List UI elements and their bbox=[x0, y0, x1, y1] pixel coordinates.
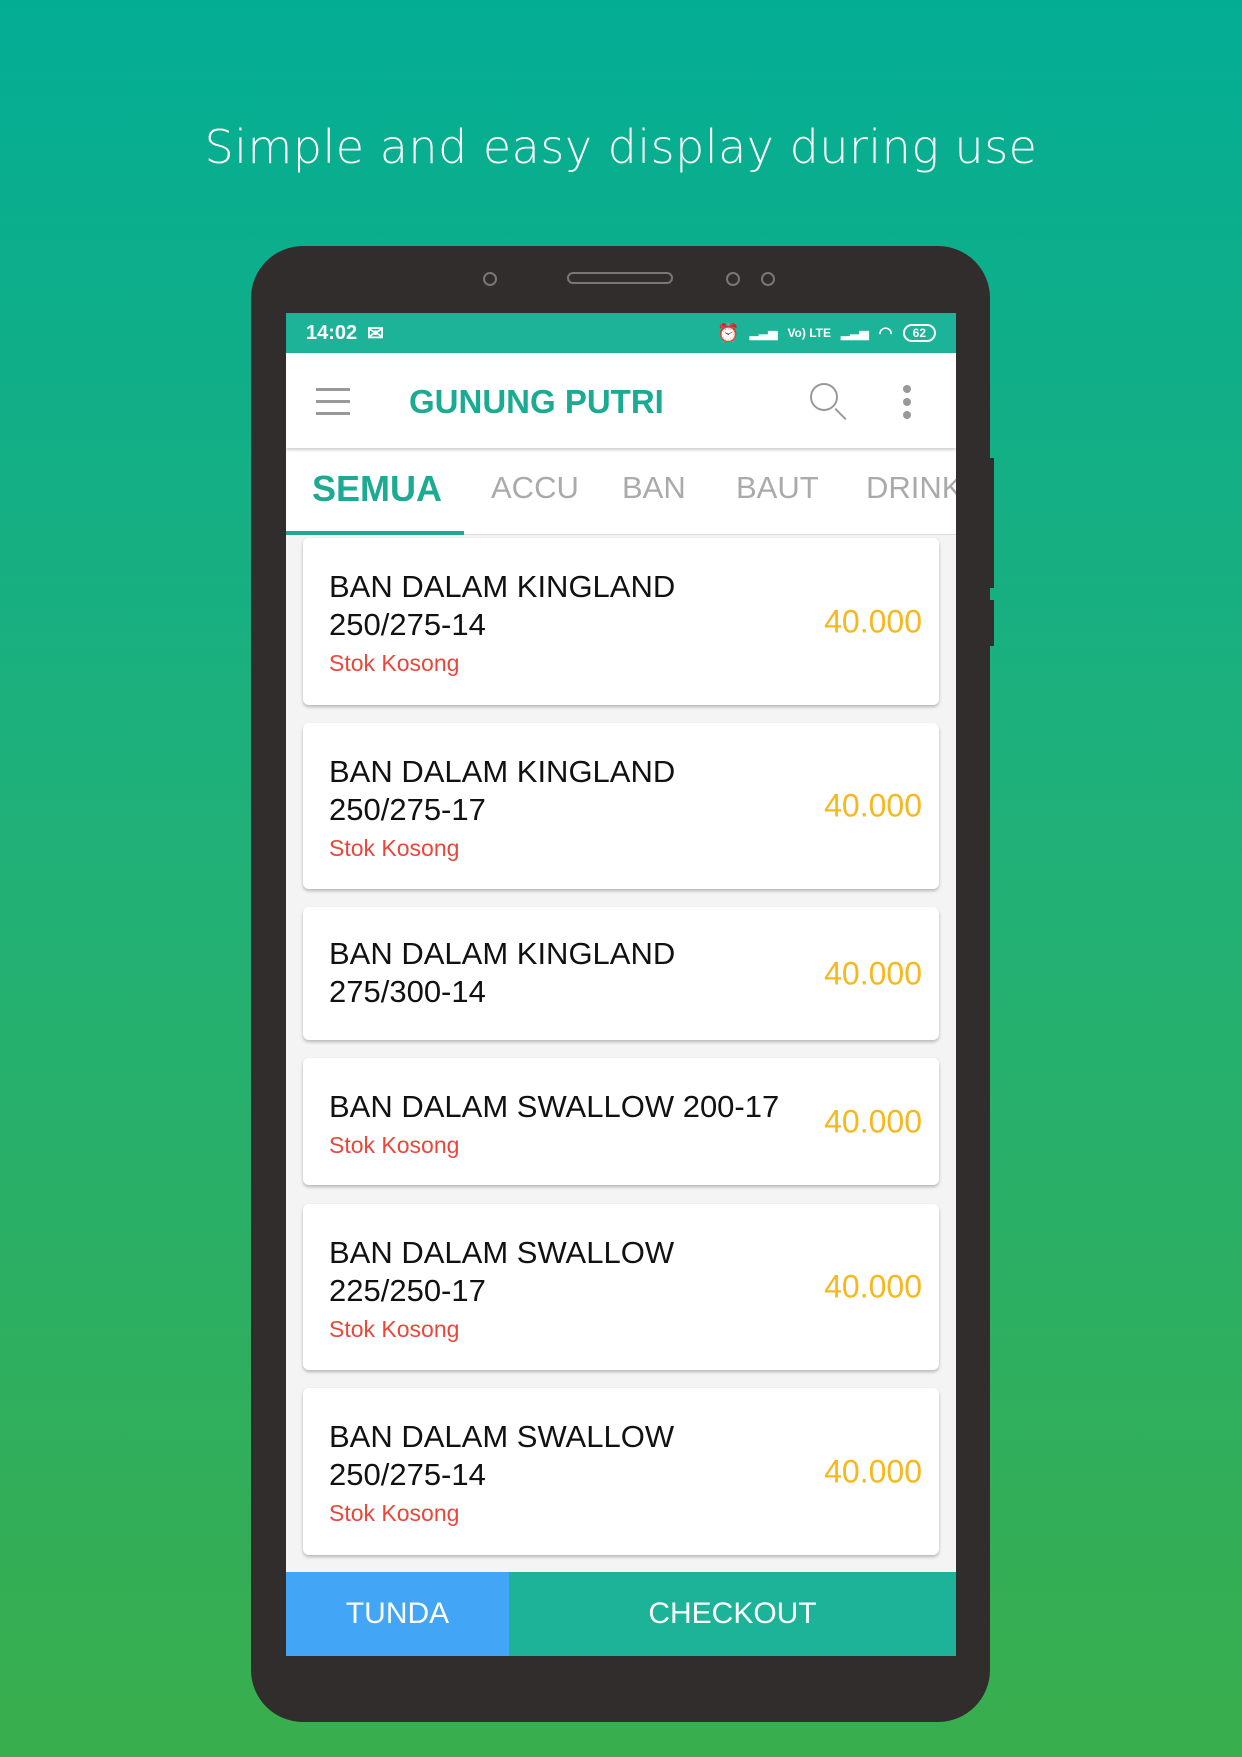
volte-icon: Vo) LTE bbox=[787, 326, 831, 340]
wifi-icon: ◠ bbox=[878, 325, 893, 342]
product-name: BAN DALAM KINGLAND bbox=[329, 569, 676, 604]
headline: Simple and easy display during use bbox=[204, 120, 1038, 174]
sensor-icon bbox=[483, 272, 497, 286]
product-card[interactable]: BAN DALAM KINGLAND 250/275-17 Stok Koson… bbox=[303, 723, 939, 889]
product-card[interactable]: BAN DALAM KINGLAND 275/300-14 40.000 bbox=[303, 907, 939, 1040]
power-button bbox=[988, 600, 994, 646]
category-tabs: SEMUA ACCU BAN BAUT DRINK bbox=[286, 448, 956, 535]
signal-icon: ▂▃▅ bbox=[749, 326, 778, 340]
product-card[interactable]: BAN DALAM SWALLOW 250/275-14 Stok Kosong… bbox=[303, 1388, 939, 1555]
checkout-button[interactable]: CHECKOUT bbox=[509, 1572, 956, 1656]
product-name: BAN DALAM SWALLOW bbox=[329, 1235, 675, 1270]
product-price: 40.000 bbox=[824, 787, 922, 824]
signal-icon: ▂▃▅ bbox=[840, 326, 869, 340]
product-price: 40.000 bbox=[824, 1453, 922, 1489]
tab-ban[interactable]: BAN bbox=[622, 470, 686, 506]
speaker-grille bbox=[567, 272, 673, 284]
status-bar: 14:02 ✉ ⏰ ▂▃▅ Vo) LTE ▂▃▅ ◠ 62 bbox=[286, 313, 956, 353]
toolbar: GUNUNG PUTRI bbox=[286, 353, 956, 448]
stock-status: Stok Kosong bbox=[329, 1316, 460, 1342]
battery-icon: 62 bbox=[902, 324, 936, 342]
mail-icon: ✉ bbox=[367, 322, 384, 345]
stock-status: Stok Kosong bbox=[329, 650, 460, 676]
app-screen: 14:02 ✉ ⏰ ▂▃▅ Vo) LTE ▂▃▅ ◠ 62 GUNUNG PU… bbox=[286, 313, 956, 1656]
action-bar: TUNDA CHECKOUT bbox=[286, 1572, 956, 1656]
product-name: BAN DALAM KINGLAND bbox=[329, 754, 676, 789]
tab-baut[interactable]: BAUT bbox=[736, 470, 819, 506]
stock-status: Stok Kosong bbox=[329, 835, 460, 861]
product-price: 40.000 bbox=[824, 1103, 922, 1139]
product-card[interactable]: BAN DALAM KINGLAND 250/275-14 Stok Koson… bbox=[303, 538, 939, 705]
volume-button bbox=[988, 458, 994, 588]
camera-icon bbox=[761, 272, 775, 286]
product-name: BAN DALAM SWALLOW bbox=[329, 1419, 675, 1454]
page-title: GUNUNG PUTRI bbox=[409, 383, 664, 420]
more-options-icon[interactable] bbox=[903, 385, 911, 424]
product-card[interactable]: BAN DALAM SWALLOW 200-17 Stok Kosong 40.… bbox=[303, 1058, 939, 1185]
tab-accu[interactable]: ACCU bbox=[491, 470, 579, 506]
hamburger-menu-icon[interactable] bbox=[316, 388, 350, 424]
product-price: 40.000 bbox=[824, 603, 922, 639]
tab-indicator bbox=[286, 531, 464, 535]
product-price: 40.000 bbox=[824, 955, 922, 991]
camera-icon bbox=[726, 272, 740, 286]
product-card[interactable]: BAN DALAM SWALLOW 225/250-17 Stok Kosong… bbox=[303, 1204, 939, 1370]
product-price: 40.000 bbox=[824, 1268, 922, 1305]
search-icon[interactable] bbox=[810, 383, 838, 411]
alarm-icon: ⏰ bbox=[717, 322, 740, 343]
status-time: 14:02 bbox=[306, 321, 358, 344]
stock-status: Stok Kosong bbox=[329, 1500, 460, 1526]
tunda-button[interactable]: TUNDA bbox=[286, 1572, 509, 1656]
tab-drink[interactable]: DRINK bbox=[866, 470, 956, 506]
tab-semua[interactable]: SEMUA bbox=[312, 468, 442, 510]
